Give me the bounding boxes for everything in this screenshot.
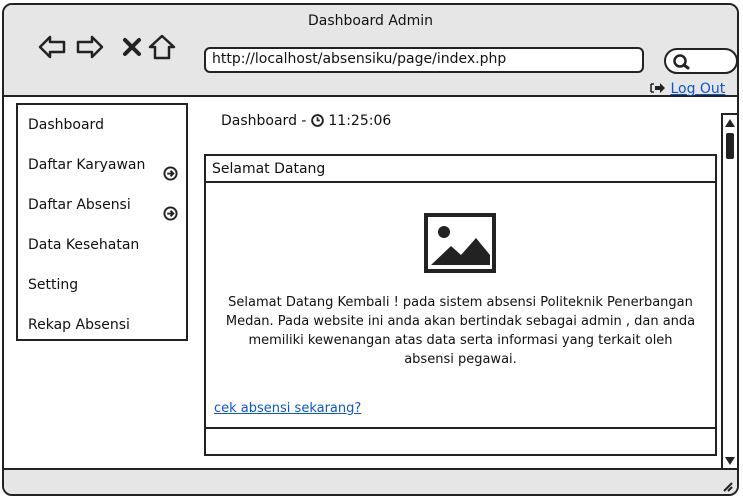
sidebar-item-label: Rekap Absensi xyxy=(28,317,130,333)
sidebar-item-data-kesehatan[interactable]: Data Kesehatan xyxy=(18,225,186,265)
sign-out-icon xyxy=(650,83,665,93)
sidebar-item-label: Daftar Karyawan xyxy=(28,157,146,173)
logout-area: Log Out xyxy=(650,81,725,97)
panel-body: Selamat Datang Kembali ! pada sistem abs… xyxy=(206,183,715,430)
sidebar-item-daftar-absensi[interactable]: Daftar Absensi xyxy=(18,185,186,225)
clock-time: 11:25:06 xyxy=(328,113,392,129)
welcome-panel: Selamat Datang Selamat Datang Kembali ! … xyxy=(204,154,717,456)
vertical-scrollbar[interactable] xyxy=(721,113,737,471)
scroll-down-icon[interactable] xyxy=(724,456,736,466)
sidebar-item-label: Dashboard xyxy=(28,117,104,133)
sidebar-item-dashboard[interactable]: Dashboard xyxy=(18,105,186,145)
search-icon xyxy=(673,54,690,70)
welcome-message: Selamat Datang Kembali ! pada sistem abs… xyxy=(225,295,696,367)
image-placeholder-icon xyxy=(424,213,496,277)
sidebar: Dashboard Daftar Karyawan Daftar Absensi… xyxy=(16,103,188,341)
home-icon[interactable] xyxy=(144,29,180,65)
window-title: Dashboard Admin xyxy=(307,13,434,29)
sidebar-item-label: Data Kesehatan xyxy=(28,237,140,253)
browser-window: Dashboard Admin http://localhost/absensi… xyxy=(2,3,739,496)
breadcrumb: Dashboard - 11:25:06 xyxy=(221,113,391,129)
sidebar-item-setting[interactable]: Setting xyxy=(18,265,186,305)
sidebar-item-label: Daftar Absensi xyxy=(28,197,131,213)
back-arrow-icon[interactable] xyxy=(34,29,70,65)
scroll-up-icon[interactable] xyxy=(724,118,736,128)
search-box[interactable] xyxy=(664,48,737,74)
sidebar-item-daftar-karyawan[interactable]: Daftar Karyawan xyxy=(18,145,186,185)
scroll-thumb[interactable] xyxy=(726,133,734,159)
url-bar[interactable]: http://localhost/absensiku/page/index.ph… xyxy=(204,47,644,73)
cek-absensi-link[interactable]: cek absensi sekarang? xyxy=(214,401,361,416)
clock-icon xyxy=(311,114,324,127)
status-bar xyxy=(4,468,737,494)
page-title: Dashboard - xyxy=(221,113,307,129)
sidebar-item-label: Setting xyxy=(28,277,79,293)
forward-arrow-icon[interactable] xyxy=(72,29,108,65)
logout-link[interactable]: Log Out xyxy=(670,81,725,97)
panel-title: Selamat Datang xyxy=(206,156,715,183)
panel-footer xyxy=(206,427,715,454)
sidebar-item-rekap-absensi[interactable]: Rekap Absensi xyxy=(18,305,186,345)
resize-grip-icon[interactable] xyxy=(719,478,733,492)
browser-titlebar: Dashboard Admin http://localhost/absensi… xyxy=(4,5,737,97)
